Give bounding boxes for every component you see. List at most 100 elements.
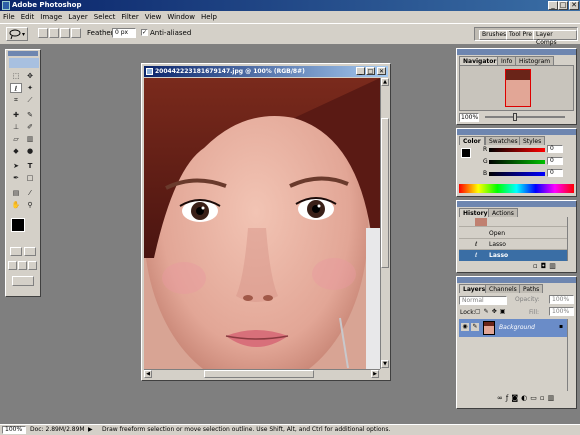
scroll-left-icon[interactable]: ◀ (144, 370, 152, 378)
crop-tool-icon[interactable]: ⌗ (10, 95, 22, 105)
pen-tool-icon[interactable]: ✒ (10, 173, 22, 183)
tool-preset-picker[interactable] (6, 27, 28, 41)
color-spectrum-bar[interactable] (459, 184, 574, 193)
blur-tool-icon[interactable]: ◆ (10, 146, 22, 156)
antialiased-checkbox[interactable]: ✓ (141, 29, 148, 36)
quick-mask-mode-icon[interactable] (24, 247, 36, 256)
tab-paths[interactable]: Paths (519, 284, 544, 293)
brush-tool-icon[interactable]: ✎ (24, 110, 36, 120)
palette-well-tool-presets[interactable]: Tool Pre (506, 30, 536, 40)
menu-filter[interactable]: Filter (118, 13, 141, 21)
subtract-selection-icon[interactable] (60, 28, 70, 38)
tab-actions[interactable]: Actions (488, 208, 518, 217)
eraser-tool-icon[interactable]: ▱ (10, 134, 22, 144)
tab-color[interactable]: Color (459, 136, 485, 145)
document-close-button[interactable]: ✕ (377, 67, 386, 75)
maximize-button[interactable]: □ (558, 1, 568, 10)
history-item[interactable]: ℓ Lasso (459, 239, 567, 250)
new-layer-icon[interactable]: ▫ (540, 394, 548, 402)
new-group-icon[interactable]: ▭ (530, 394, 540, 402)
layer-row-background[interactable]: ◉ ✎ Background ▪ (459, 319, 567, 337)
dodge-tool-icon[interactable]: ● (24, 146, 36, 156)
delete-layer-icon[interactable]: ▥ (548, 394, 558, 402)
magic-wand-tool-icon[interactable]: ✦ (24, 83, 36, 93)
layers-scrollbar[interactable] (567, 319, 575, 391)
zoom-tool-icon[interactable]: ⚲ (24, 200, 36, 210)
document-horizontal-scrollbar[interactable]: ◀ ▶ (144, 369, 380, 378)
menu-layer[interactable]: Layer (65, 13, 91, 21)
add-selection-icon[interactable] (49, 28, 59, 38)
path-selection-tool-icon[interactable]: ➤ (10, 161, 22, 171)
screen-mode-standard-icon[interactable] (8, 261, 17, 270)
healing-brush-tool-icon[interactable]: ✚ (10, 110, 22, 120)
adjustment-layer-icon[interactable]: ◐ (521, 394, 530, 402)
eye-icon[interactable]: ◉ (461, 323, 469, 331)
lock-position-icon[interactable]: ✥ (492, 308, 500, 315)
tab-channels[interactable]: Channels (485, 284, 521, 293)
scroll-right-icon[interactable]: ▶ (371, 370, 379, 378)
minimize-button[interactable]: _ (548, 1, 558, 10)
screen-mode-full-icon[interactable] (28, 261, 37, 270)
menu-file[interactable]: File (0, 13, 18, 21)
new-document-icon[interactable]: ▫ (533, 262, 541, 270)
opacity-input[interactable]: 100% (549, 295, 574, 304)
type-tool-icon[interactable]: T (24, 161, 36, 171)
vertical-scroll-thumb[interactable] (381, 118, 389, 268)
navigator-zoom-slider-thumb[interactable] (513, 113, 517, 121)
status-zoom-input[interactable]: 100% (2, 426, 26, 434)
adobe-online-icon[interactable] (9, 58, 39, 68)
history-item[interactable]: Open (459, 228, 567, 239)
feather-input[interactable]: 0 px (112, 28, 136, 38)
scroll-down-icon[interactable]: ▼ (381, 360, 389, 368)
history-snapshot[interactable] (459, 217, 567, 227)
lock-image-icon[interactable]: ✎ (484, 308, 492, 315)
document-canvas[interactable] (144, 78, 380, 369)
channel-g-input[interactable]: 0 (547, 157, 563, 165)
history-item-selected[interactable]: ℓ Lasso (459, 250, 567, 261)
screen-mode-menu-icon[interactable] (18, 261, 27, 270)
eyedropper-tool-icon[interactable]: ⁄ (24, 188, 36, 198)
new-snapshot-icon[interactable]: ◘ (541, 262, 550, 270)
navigator-zoom-input[interactable]: 100% (459, 113, 479, 122)
gradient-tool-icon[interactable]: ▥ (24, 134, 36, 144)
lock-all-icon[interactable]: ▣ (500, 308, 509, 315)
close-button[interactable]: ✕ (569, 1, 579, 10)
hand-tool-icon[interactable]: ✋ (10, 200, 22, 210)
channel-b-input[interactable]: 0 (547, 169, 563, 177)
channel-g-slider[interactable] (489, 160, 545, 164)
jump-to-imageready-icon[interactable] (12, 276, 34, 286)
navigator-thumbnail[interactable] (505, 69, 531, 107)
marquee-tool-icon[interactable]: ⬚ (10, 71, 22, 81)
history-scrollbar[interactable] (567, 217, 575, 261)
menu-help[interactable]: Help (198, 13, 220, 21)
lasso-tool-icon[interactable]: ℓ (10, 83, 22, 93)
link-layers-icon[interactable]: ∞ (497, 394, 506, 402)
fill-input[interactable]: 100% (549, 307, 574, 316)
tab-info[interactable]: Info (497, 56, 517, 65)
document-vertical-scrollbar[interactable]: ▲ ▼ (380, 78, 389, 369)
horizontal-scroll-thumb[interactable] (204, 370, 314, 378)
menu-image[interactable]: Image (37, 13, 65, 21)
tab-styles[interactable]: Styles (519, 136, 546, 145)
notes-tool-icon[interactable]: ▤ (10, 188, 22, 198)
blend-mode-select[interactable]: Normal (459, 296, 507, 305)
standard-mode-icon[interactable] (10, 247, 22, 256)
layer-mask-icon[interactable]: ◙ (511, 394, 521, 402)
shape-tool-icon[interactable]: □ (24, 173, 36, 183)
palette-well-brushes[interactable]: Brushes (479, 30, 510, 40)
new-selection-icon[interactable] (38, 28, 48, 38)
tab-navigator[interactable]: Navigator (459, 56, 501, 65)
move-tool-icon[interactable]: ✥ (24, 71, 36, 81)
status-doc-size[interactable]: Doc: 2.89M/2.89M (30, 425, 85, 435)
tab-histogram[interactable]: Histogram (515, 56, 555, 65)
delete-state-icon[interactable]: ▥ (549, 262, 559, 270)
color-foreground-swatch[interactable] (461, 148, 471, 158)
tab-history[interactable]: History (459, 208, 492, 217)
navigator-zoom-slider[interactable] (485, 116, 565, 118)
document-maximize-button[interactable]: □ (366, 67, 375, 75)
foreground-color-swatch[interactable] (11, 218, 25, 232)
menu-select[interactable]: Select (91, 13, 119, 21)
palette-well-layer-comps[interactable]: Layer Comps (533, 30, 577, 46)
menu-edit[interactable]: Edit (18, 13, 38, 21)
status-arrow-icon[interactable]: ▶ (88, 425, 93, 435)
